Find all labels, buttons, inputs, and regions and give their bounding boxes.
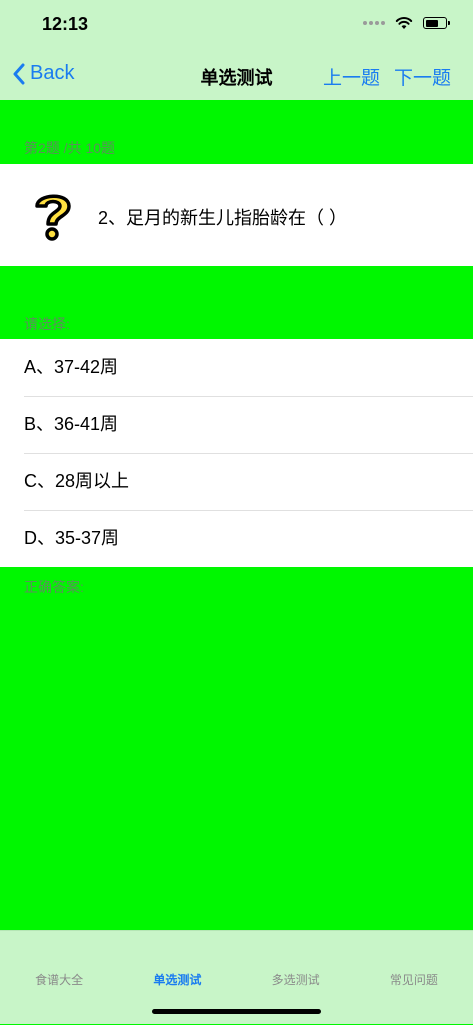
choose-label: 请选择: <box>24 316 70 332</box>
question-navigation: 上一题 下一题 <box>323 63 451 90</box>
status-icons <box>363 16 450 30</box>
option-c[interactable]: C、28周以上 <box>0 453 473 510</box>
tab-recipes[interactable]: 食谱大全 <box>0 931 118 1025</box>
question-text: 2、足月的新生儿指胎龄在（ ） <box>98 208 348 228</box>
question-mark-icon <box>35 194 71 241</box>
option-b[interactable]: B、36-41周 <box>0 396 473 453</box>
tab-faq[interactable]: 常见问题 <box>355 931 473 1025</box>
next-question-button[interactable]: 下一题 <box>394 63 451 90</box>
previous-question-button[interactable]: 上一题 <box>323 63 380 90</box>
chevron-left-icon <box>13 63 25 84</box>
status-time: 12:13 <box>42 14 89 34</box>
wifi-icon <box>395 17 413 29</box>
question-progress: 第2题 /共 10题 <box>24 140 116 156</box>
back-button[interactable]: Back <box>12 62 74 85</box>
correct-answer-label: 正确答案: <box>24 579 84 595</box>
status-bar: 12:13 <box>0 0 473 50</box>
battery-icon <box>423 17 450 29</box>
cellular-signal-icon <box>363 21 385 25</box>
option-d[interactable]: D、35-37周 <box>0 510 473 567</box>
navigation-bar: Back 单选测试 上一题 下一题 <box>0 50 473 100</box>
home-indicator <box>152 1009 321 1014</box>
option-a[interactable]: A、37-42周 <box>0 339 473 396</box>
question-card: 2、足月的新生儿指胎龄在（ ） <box>0 164 473 266</box>
options-list: A、37-42周 B、36-41周 C、28周以上 D、35-37周 <box>0 339 473 567</box>
back-label: Back <box>30 62 75 84</box>
